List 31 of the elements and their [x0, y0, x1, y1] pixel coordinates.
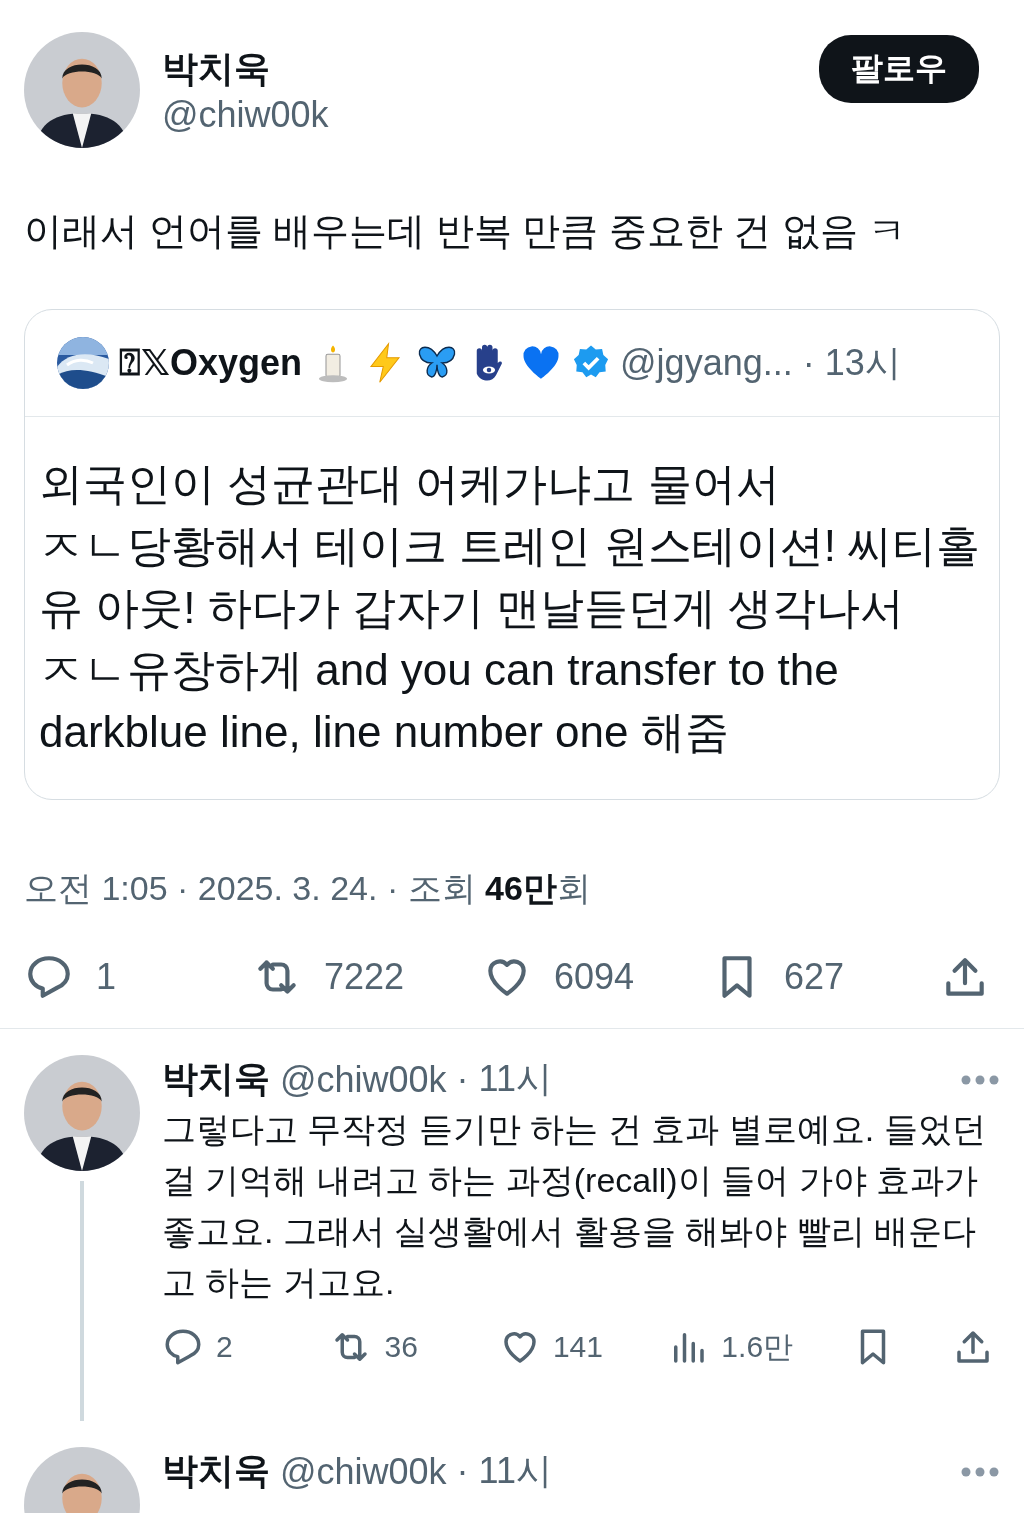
reply-time: · 11시: [456, 1449, 552, 1493]
more-icon[interactable]: [960, 1073, 1000, 1086]
quoted-time: · 13시: [802, 340, 901, 385]
quoted-text-line: ㅈㄴ유창하게 and you can transfer to the: [39, 644, 840, 696]
action-count: 7222: [323, 956, 405, 998]
reply-time: · 11시: [456, 1057, 552, 1101]
quoted-handle[interactable]: @jgyang...: [620, 342, 793, 384]
action-count: 627: [784, 956, 845, 998]
reply-text: 그렇다고 무작정 듣기만 하는 건 효과 별로예요. 들었던 걸 기억해 내려고 하는 과정(recall)이 들어 가야 효과가 좋고요. 그래서 실생활에서 활용을 해봐야 빨리 배운다고 하는 거고요.: [162, 1109, 987, 1303]
follow-button[interactable]: 팔로우: [819, 35, 979, 103]
quoted-text-line: darkblue line, line number one 해줌: [39, 706, 730, 758]
tweet-text: 이래서 언어를 배우는데 반복 만큼 중요한 건 없음 ㅋ: [24, 209, 908, 254]
action-count: 2: [216, 1330, 233, 1364]
author-name[interactable]: 박치욱: [162, 44, 797, 94]
reply-author-name[interactable]: 박치욱: [162, 1447, 270, 1496]
quoted-text-line: 외국인이 성균관대 어케가냐고 물어서: [39, 458, 781, 510]
more-icon[interactable]: [960, 1465, 1000, 1478]
reply-author-name[interactable]: 박치욱: [162, 1055, 270, 1104]
action-count: 1.6만: [721, 1328, 794, 1365]
author-handle[interactable]: @chiw00k: [162, 93, 797, 136]
action-count: 6094: [554, 956, 635, 998]
reply-handle[interactable]: @chiw00k: [280, 1058, 447, 1101]
action-count: 36: [384, 1330, 418, 1364]
action-count: 1: [96, 956, 117, 998]
quoted-author-name[interactable]: ⍰𝕏Oxygen: [119, 342, 303, 384]
quoted-tweet[interactable]: ⍰𝕏Oxygen @jgyang... · 13시 외국인이 성균관대 어케가냐고 물어서 ㅈㄴ당황해서 테이크 트레인 원스테이션! 씨티홀 유 아웃! 하다가 갑자기 맨날듣던게 생각나서 ㅈㄴ유창하게 and you can transfer to the darkblue line, line number one 해줌: [24, 309, 1000, 800]
quoted-text-line: ㅈㄴ당황해서 테이크 트레인 원스테이션! 씨티홀: [39, 520, 982, 572]
quoted-text-line: 유 아웃! 하다가 갑자기 맨날듣던게 생각나서: [39, 582, 906, 634]
reply-handle[interactable]: @chiw00k: [280, 1450, 447, 1493]
action-count: 141: [552, 1330, 603, 1364]
tweet-meta: 오전 1:05 · 2025. 3. 24. · 조회 46만회: [24, 868, 592, 909]
